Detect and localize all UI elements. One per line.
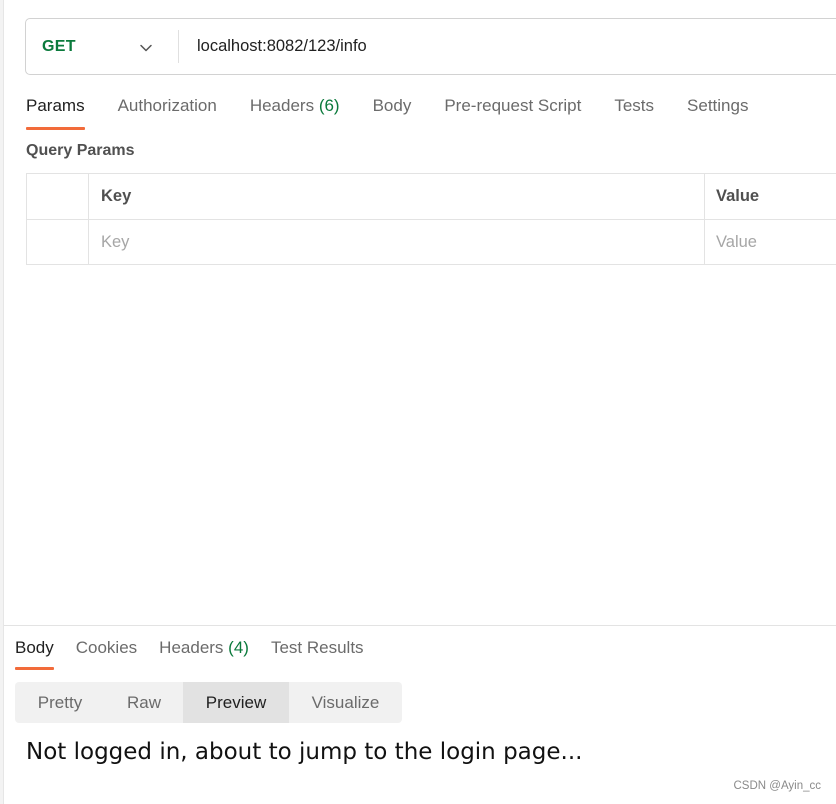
query-params-table: Key Value Key Value [26, 173, 836, 265]
tab-params[interactable]: Params [26, 96, 85, 130]
url-input[interactable] [179, 19, 836, 74]
tab-label: Body [15, 638, 54, 657]
tab-test-results[interactable]: Test Results [271, 638, 364, 670]
query-params-title: Query Params [26, 142, 135, 159]
checkbox-column-header [27, 174, 89, 219]
method-label: GET [42, 37, 76, 55]
tab-label: Tests [614, 96, 655, 115]
response-pane-divider[interactable] [4, 625, 836, 626]
view-mode-visualize[interactable]: Visualize [289, 682, 402, 723]
tab-authorization[interactable]: Authorization [118, 96, 217, 130]
response-headers-count-badge: (4) [228, 638, 249, 657]
tab-headers[interactable]: Headers (6) [250, 96, 340, 130]
response-tabs: Body Cookies Headers (4) Test Results [15, 638, 386, 670]
app-frame: GET Params Authorization Headers (6) Bod… [0, 0, 836, 804]
method-selector[interactable]: GET [26, 19, 178, 74]
key-input[interactable]: Key [89, 220, 705, 265]
tab-tests[interactable]: Tests [614, 96, 654, 130]
request-url-bar: GET [25, 18, 836, 75]
value-column-header: Value [716, 187, 760, 205]
tab-settings[interactable]: Settings [687, 96, 748, 130]
table-row: Key Value [27, 220, 836, 265]
view-mode-raw[interactable]: Raw [105, 682, 183, 723]
tab-label: Body [372, 96, 412, 115]
headers-count-badge: (6) [318, 96, 340, 115]
response-view-mode-selector: Pretty Raw Preview Visualize [15, 682, 402, 723]
view-mode-pretty[interactable]: Pretty [15, 682, 105, 723]
watermark: CSDN @Ayin_cc [733, 780, 821, 792]
tab-label: Params [26, 96, 85, 115]
response-preview-body: Not logged in, about to jump to the logi… [26, 739, 583, 765]
view-mode-preview[interactable]: Preview [183, 682, 289, 723]
request-tabs: Params Authorization Headers (6) Body Pr… [26, 96, 781, 130]
tab-label: Settings [687, 96, 749, 115]
chevron-down-icon [140, 44, 152, 52]
tab-body[interactable]: Body [373, 96, 412, 130]
tab-response-headers[interactable]: Headers (4) [159, 638, 249, 670]
tab-label: Cookies [75, 638, 138, 657]
tab-response-body[interactable]: Body [15, 638, 54, 670]
value-input[interactable]: Value [705, 220, 836, 265]
tab-response-cookies[interactable]: Cookies [76, 638, 137, 670]
tab-label: Test Results [270, 638, 364, 657]
tab-label: Headers [159, 638, 224, 657]
tab-label: Headers [249, 96, 315, 115]
tab-pre-request-script[interactable]: Pre-request Script [444, 96, 581, 130]
row-checkbox-cell[interactable] [27, 220, 89, 265]
table-header-row: Key Value [27, 174, 836, 220]
tab-label: Authorization [117, 96, 217, 115]
key-column-header: Key [89, 174, 705, 219]
left-sidebar-edge [0, 0, 4, 804]
tab-label: Pre-request Script [444, 96, 582, 115]
